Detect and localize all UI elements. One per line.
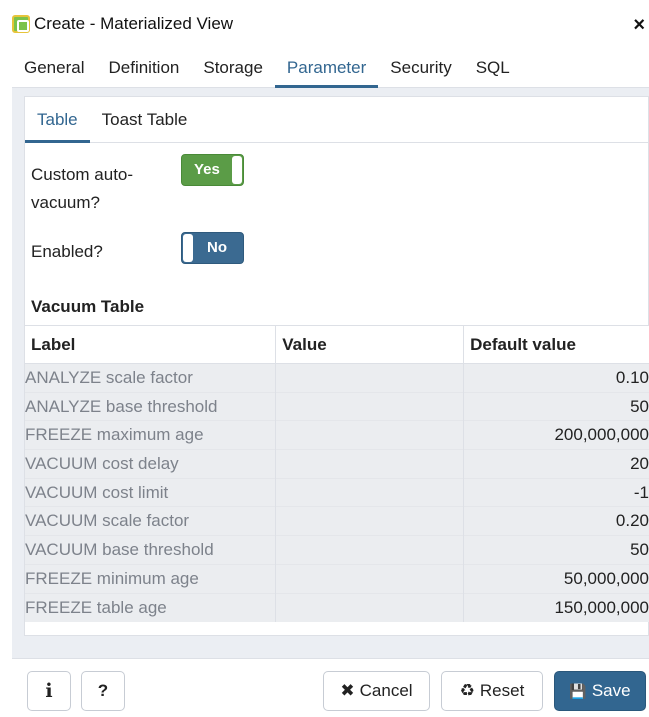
row-label: VACUUM cost delay xyxy=(25,449,277,479)
tab-security[interactable]: Security xyxy=(378,48,463,87)
reset-icon: ♻ xyxy=(459,681,475,700)
save-button-label: Save xyxy=(591,681,631,700)
row-value-cell[interactable] xyxy=(275,563,465,593)
row-default-value: 50 xyxy=(463,391,649,421)
reset-button-label: Reset xyxy=(479,681,525,700)
row-label: FREEZE maximum age xyxy=(25,420,277,450)
custom-autovacuum-label-line1: Custom auto- xyxy=(31,165,134,184)
dialog-titlebar: Create - Materialized View × xyxy=(12,6,649,42)
row-default-value: 20 xyxy=(463,449,649,479)
subtab-table[interactable]: Table xyxy=(25,97,90,143)
toggle-knob xyxy=(183,234,193,262)
reset-button[interactable]: ♻ Reset xyxy=(441,671,543,711)
row-label: ANALYZE scale factor xyxy=(25,363,277,393)
row-value-cell[interactable] xyxy=(275,420,465,450)
row-value-cell[interactable] xyxy=(275,449,465,479)
table-header-row: Label Value Default value xyxy=(25,325,649,364)
row-value-cell[interactable] xyxy=(275,363,465,393)
row-default-value: -1 xyxy=(463,477,649,507)
sub-tabs: Table Toast Table xyxy=(25,97,648,143)
table-row: FREEZE minimum age 50,000,000 xyxy=(25,563,649,593)
row-default-value: 150,000,000 xyxy=(463,592,649,622)
table-row: VACUUM cost limit -1 xyxy=(25,477,649,507)
tab-parameter[interactable]: Parameter xyxy=(274,48,379,88)
table-row: VACUUM base threshold 50 xyxy=(25,535,649,565)
row-label: ANALYZE base threshold xyxy=(25,391,277,421)
subtab-toast-table[interactable]: Toast Table xyxy=(90,97,200,142)
custom-autovacuum-toggle-text: Yes xyxy=(194,161,220,178)
custom-autovacuum-label-line2: vacuum? xyxy=(31,193,100,212)
row-label: FREEZE minimum age xyxy=(25,563,277,593)
row-value-cell[interactable] xyxy=(275,391,465,421)
enabled-toggle-text: No xyxy=(207,239,227,256)
table-row: FREEZE maximum age 200,000,000 xyxy=(25,420,649,450)
row-default-value: 50,000,000 xyxy=(463,563,649,593)
cancel-button-label: Cancel xyxy=(359,681,413,700)
custom-autovacuum-toggle[interactable]: Yes xyxy=(181,154,244,186)
save-button[interactable]: 💾 Save xyxy=(554,671,646,711)
tab-definition[interactable]: Definition xyxy=(96,48,191,87)
enabled-toggle[interactable]: No xyxy=(181,232,244,264)
parameter-content: Table Toast Table Custom auto- vacuum? Y… xyxy=(24,96,649,636)
table-row: FREEZE table age 150,000,000 xyxy=(25,592,649,622)
row-default-value: 50 xyxy=(463,535,649,565)
custom-autovacuum-label: Custom auto- vacuum? xyxy=(31,161,133,217)
parameter-panel: Table Toast Table Custom auto- vacuum? Y… xyxy=(12,88,649,658)
tab-storage[interactable]: Storage xyxy=(191,48,275,87)
info-button[interactable]: i xyxy=(27,671,71,711)
row-value-cell[interactable] xyxy=(275,592,465,622)
vacuum-table-title: Vacuum Table xyxy=(31,297,145,316)
enabled-label: Enabled? xyxy=(31,242,103,261)
main-tabs: General Definition Storage Parameter Sec… xyxy=(12,48,649,88)
tab-general[interactable]: General xyxy=(12,48,96,87)
row-value-cell[interactable] xyxy=(275,477,465,507)
toggle-knob xyxy=(232,156,242,184)
table-row: VACUUM cost delay 20 xyxy=(25,449,649,479)
column-header-value: Value xyxy=(275,325,465,364)
dialog-title: Create - Materialized View xyxy=(34,14,234,33)
table-row: VACUUM scale factor 0.20 xyxy=(25,506,649,536)
row-default-value: 200,000,000 xyxy=(463,420,649,450)
column-header-label: Label xyxy=(25,325,277,364)
column-header-default: Default value xyxy=(463,325,649,364)
cancel-button[interactable]: ✖ Cancel xyxy=(323,671,430,711)
row-label: VACUUM base threshold xyxy=(25,535,277,565)
vacuum-table: Label Value Default value ANALYZE scale … xyxy=(25,325,649,622)
help-icon: ? xyxy=(97,681,109,700)
row-value-cell[interactable] xyxy=(275,535,465,565)
row-value-cell[interactable] xyxy=(275,506,465,536)
row-label: VACUUM cost limit xyxy=(25,477,277,507)
dialog-footer: i ? ✖ Cancel ♻ Reset 💾 Save xyxy=(12,658,649,717)
row-default-value: 0.20 xyxy=(463,506,649,536)
info-icon: i xyxy=(45,680,53,702)
table-row: ANALYZE base threshold 50 xyxy=(25,391,649,421)
close-icon[interactable]: × xyxy=(633,14,645,37)
tab-sql[interactable]: SQL xyxy=(464,48,522,87)
row-label: FREEZE table age xyxy=(25,592,277,622)
table-row: ANALYZE scale factor 0.10 xyxy=(25,363,649,393)
row-label: VACUUM scale factor xyxy=(25,506,277,536)
row-default-value: 0.10 xyxy=(463,363,649,393)
materialized-view-icon xyxy=(12,15,30,33)
cancel-icon: ✖ xyxy=(340,681,355,700)
save-icon: 💾 xyxy=(569,682,587,699)
help-button[interactable]: ? xyxy=(81,671,125,711)
